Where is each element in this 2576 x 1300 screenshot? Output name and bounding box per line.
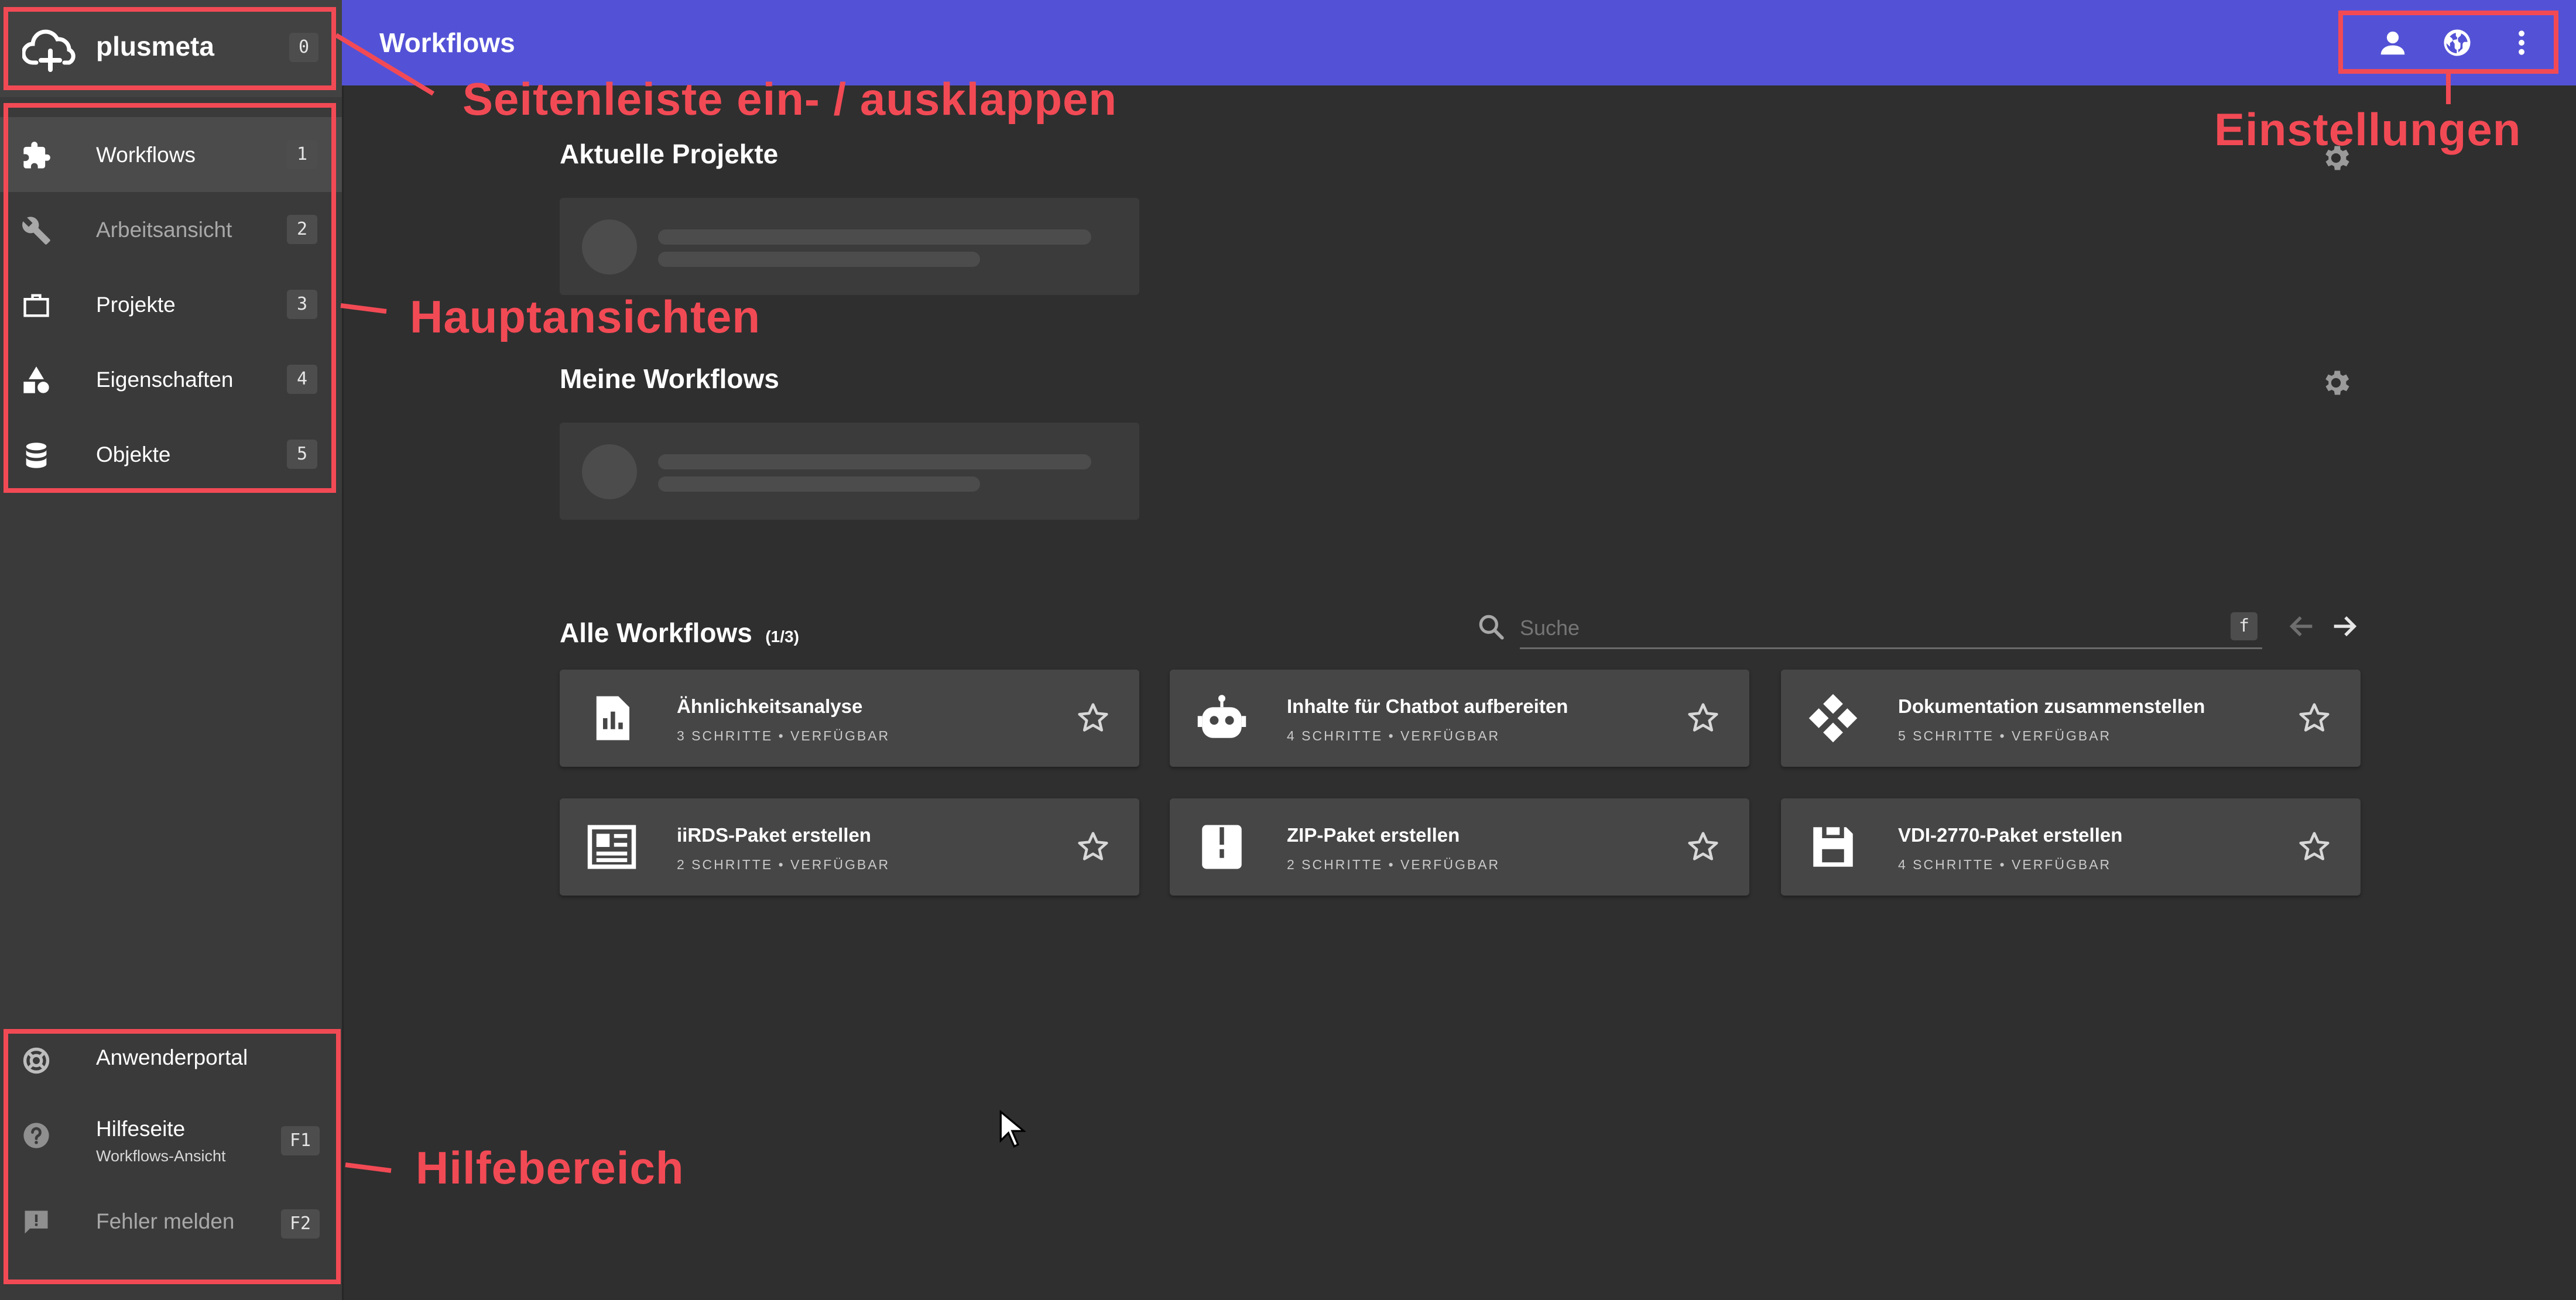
page-title: Workflows [379,28,515,58]
star-icon[interactable] [2296,829,2332,865]
workflow-name: VDI-2770-Paket erstellen [1898,824,2123,846]
workflow-meta: 2 SCHRITTE • VERFÜGBAR [677,857,890,872]
workflow-meta: 3 SCHRITTE • VERFÜGBAR [677,728,890,743]
workflow-card[interactable]: Ähnlichkeitsanalyse 3 SCHRITTE • VERFÜGB… [560,670,1139,767]
workflow-card[interactable]: Inhalte für Chatbot aufbereiten 4 SCHRIT… [1170,670,1749,767]
skeleton-avatar [582,219,637,275]
star-icon[interactable] [1075,700,1111,736]
workflow-card[interactable]: Dokumentation zusammenstellen 5 SCHRITTE… [1781,670,2361,767]
skeleton-line [658,229,1091,245]
annotation-box-main-views [4,103,336,493]
search-input[interactable] [1520,609,2262,649]
star-icon[interactable] [1685,700,1721,736]
section-title-all: Alle Workflows (1/3) [560,617,799,649]
annotation-lines [334,33,2451,1173]
chart-document-icon [596,696,629,740]
search-icon [1479,615,1504,640]
skeleton-line [658,252,980,267]
section-title-recent: Aktuelle Projekte [560,138,778,170]
star-icon[interactable] [1075,829,1111,865]
workflow-name: Ähnlichkeitsanalyse [677,695,863,717]
workflow-card[interactable]: ZIP-Paket erstellen 2 SCHRITTE • VERFÜGB… [1170,798,1749,896]
workflow-meta: 4 SCHRITTE • VERFÜGBAR [1287,728,1501,743]
annotation-box-settings [2338,11,2558,74]
workflow-name: iiRDS-Paket erstellen [677,824,871,846]
annotation-label-help-area: Hilfebereich [416,1142,684,1193]
page-indicator: (1/3) [765,627,799,646]
skeleton-line [658,454,1091,469]
workflow-meta: 2 SCHRITTE • VERFÜGBAR [1287,857,1501,872]
workflow-name: ZIP-Paket erstellen [1287,824,1460,846]
workflow-name: Inhalte für Chatbot aufbereiten [1287,695,1568,717]
star-icon[interactable] [1685,829,1721,865]
skeleton-card [560,198,1139,295]
zip-icon [1202,825,1242,869]
section-title-text: Alle Workflows [560,618,752,648]
arrow-left-icon[interactable] [2287,611,2317,642]
skeleton-avatar [582,444,637,499]
annotation-box-help-area [4,1029,341,1284]
robot-icon [1197,695,1246,738]
gear-icon[interactable] [2320,366,2352,399]
workflow-name: Dokumentation zusammenstellen [1898,695,2205,717]
annotation-box-sidebar-toggle [4,7,336,90]
shortcut-badge: f [2231,612,2258,640]
star-icon[interactable] [2296,700,2332,736]
diamonds-icon [1808,694,1858,743]
workflow-card[interactable]: VDI-2770-Paket erstellen 4 SCHRITTE • VE… [1781,798,2361,896]
floppy-icon [1813,827,1853,867]
section-title-text: Aktuelle Projekte [560,139,779,169]
arrow-right-icon[interactable] [2329,611,2359,642]
workflow-meta: 4 SCHRITTE • VERFÜGBAR [1898,857,2112,872]
annotation-label-main-views: Hauptansichten [410,291,761,342]
workflow-meta: 5 SCHRITTE • VERFÜGBAR [1898,728,2112,743]
annotation-label-sidebar-toggle: Seitenleiste ein- / ausklappen [463,73,1118,125]
cursor-icon [999,1110,1026,1148]
skeleton-line [658,476,980,492]
section-title-my: Meine Workflows [560,363,779,395]
newspaper-icon [587,825,636,869]
workflow-card[interactable]: iiRDS-Paket erstellen 2 SCHRITTE • VERFÜ… [560,798,1139,896]
skeleton-card [560,423,1139,520]
section-title-text: Meine Workflows [560,363,779,394]
annotation-label-settings: Einstellungen [2214,104,2522,155]
